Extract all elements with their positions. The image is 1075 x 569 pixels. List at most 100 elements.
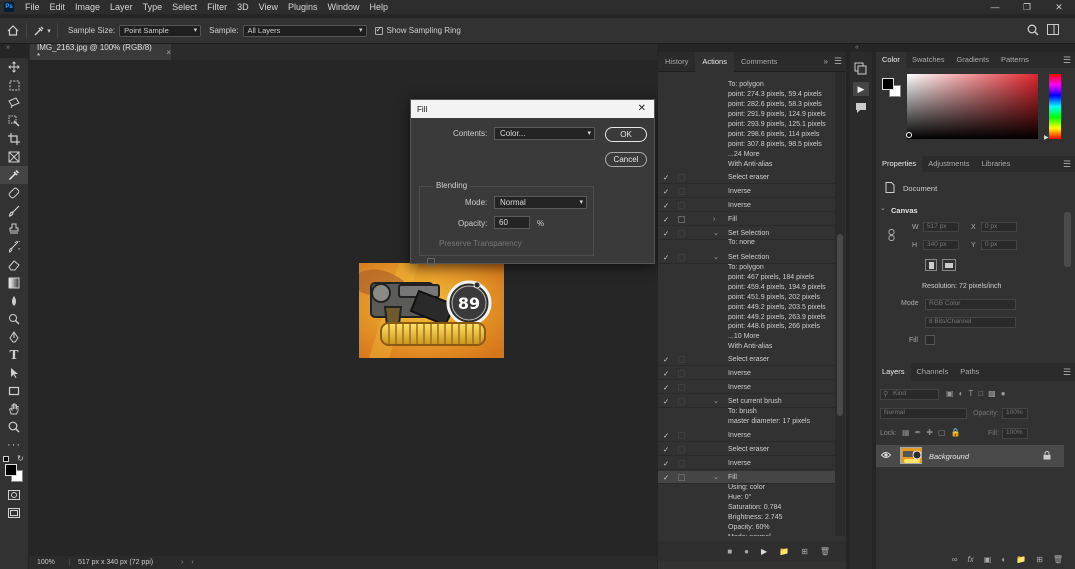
dialog-toggle-icon[interactable]: [678, 474, 685, 481]
layers-menu-icon[interactable]: ☰: [1063, 367, 1071, 378]
frame-tool-icon[interactable]: [0, 148, 28, 166]
layer-filter-kind[interactable]: Kind: [880, 389, 939, 400]
action-detail-row[interactable]: To: polygon: [658, 263, 836, 273]
gradient-tool-icon[interactable]: [0, 274, 28, 292]
more-tools-icon[interactable]: ···: [0, 436, 28, 454]
eye-icon[interactable]: [880, 451, 892, 461]
link-dimensions-icon[interactable]: [888, 229, 895, 243]
width-field[interactable]: 517 px: [923, 222, 959, 232]
dialog-toggle-empty[interactable]: [678, 370, 685, 377]
restore-button[interactable]: ❐: [1011, 0, 1043, 14]
action-step-row[interactable]: ✓ › Fill: [658, 213, 836, 226]
landscape-orientation-icon[interactable]: [942, 259, 956, 271]
stop-icon[interactable]: ■: [727, 547, 732, 556]
action-detail-row[interactable]: point: 291.9 pixels, 124.9 pixels: [658, 110, 836, 120]
delete-icon[interactable]: 🗑: [820, 547, 830, 556]
action-detail-row[interactable]: point: 451.9 pixels, 202 pixels: [658, 293, 836, 303]
dialog-toggle-empty[interactable]: [678, 188, 685, 195]
expand-chevron-icon[interactable]: ›: [713, 213, 715, 226]
y-field[interactable]: 0 px: [981, 240, 1017, 250]
new-action-icon[interactable]: ⊞: [801, 547, 808, 556]
action-step-row[interactable]: ✓ Select eraser: [658, 443, 836, 456]
color-saturation-field[interactable]: [907, 74, 1038, 139]
action-step-row[interactable]: ✓ Inverse: [658, 429, 836, 442]
marquee-tool-icon[interactable]: [0, 76, 28, 94]
eyedropper-preset-icon[interactable]: ▾: [26, 22, 58, 39]
actions-panel-icon[interactable]: ▶: [853, 82, 869, 96]
action-step-row[interactable]: ✓ Inverse: [658, 185, 836, 198]
close-window-button[interactable]: ✕: [1043, 0, 1075, 14]
menu-view[interactable]: View: [254, 0, 283, 14]
tab-patterns[interactable]: Patterns: [995, 52, 1035, 68]
zoom-tool-icon[interactable]: [0, 418, 28, 436]
fill-swatch[interactable]: [925, 335, 935, 345]
dialog-toggle-empty[interactable]: [678, 432, 685, 439]
swap-colors-icon[interactable]: ↻: [17, 454, 24, 463]
dialog-toggle-empty[interactable]: [678, 460, 685, 467]
dialog-toggle-icon[interactable]: [678, 216, 685, 223]
action-step-row[interactable]: ✓ Inverse: [658, 457, 836, 470]
action-step-row[interactable]: ✓ Select eraser: [658, 353, 836, 366]
action-enabled-check[interactable]: ✓: [663, 213, 669, 226]
action-enabled-check[interactable]: ✓: [663, 185, 669, 198]
action-detail-row[interactable]: Saturation: 0.784: [658, 503, 836, 513]
layer-row-background[interactable]: Background: [876, 445, 1064, 467]
shape-filter-icon[interactable]: □: [978, 389, 983, 398]
lock-position-icon[interactable]: ✚: [926, 428, 933, 437]
add-mask-icon[interactable]: ▣: [984, 555, 992, 564]
action-enabled-check[interactable]: ✓: [663, 171, 669, 184]
canvas-chevron-icon[interactable]: ⌄: [880, 204, 886, 212]
action-detail-row[interactable]: point: 274.3 pixels, 59.4 pixels: [658, 90, 836, 100]
dialog-toggle-empty[interactable]: [678, 230, 685, 237]
layer-style-icon[interactable]: fx: [968, 555, 974, 564]
menu-layer[interactable]: Layer: [105, 0, 138, 14]
action-detail-row[interactable]: point: 293.9 pixels, 125.1 pixels: [658, 120, 836, 130]
collapse-toolbar-icon[interactable]: »: [6, 44, 10, 51]
fill-dialog-titlebar[interactable]: Fill ✕: [411, 100, 654, 118]
menu-edit[interactable]: Edit: [45, 0, 71, 14]
action-enabled-check[interactable]: ✓: [663, 353, 669, 366]
panel-menu-icon[interactable]: ☰: [834, 56, 842, 67]
dialog-toggle-empty[interactable]: [678, 398, 685, 405]
action-detail-row[interactable]: Mode: normal: [658, 533, 836, 536]
color-swatches[interactable]: ↻: [0, 454, 28, 486]
hue-slider[interactable]: [1049, 74, 1061, 139]
action-detail-row[interactable]: To: polygon: [658, 80, 836, 90]
height-field[interactable]: 340 px: [923, 240, 959, 250]
document-image[interactable]: 89: [359, 263, 504, 358]
delete-layer-icon[interactable]: 🗑: [1053, 555, 1063, 564]
action-step-row[interactable]: ✓ Inverse: [658, 199, 836, 212]
dialog-toggle-empty[interactable]: [678, 384, 685, 391]
default-colors-icon[interactable]: [3, 456, 9, 462]
action-detail-row[interactable]: point: 467 pixels, 184 pixels: [658, 273, 836, 283]
dialog-toggle-empty[interactable]: [678, 446, 685, 453]
close-document-tab-icon[interactable]: ×: [166, 48, 171, 57]
menu-select[interactable]: Select: [167, 0, 202, 14]
foreground-color-swatch[interactable]: [5, 464, 17, 476]
history-panel-icon[interactable]: [854, 62, 867, 77]
menu-help[interactable]: Help: [365, 0, 394, 14]
action-detail-row[interactable]: point: 459.4 pixels, 194.9 pixels: [658, 283, 836, 293]
layer-fill-field[interactable]: 100%: [1002, 428, 1028, 439]
lock-image-icon[interactable]: ✒: [915, 428, 922, 437]
action-enabled-check[interactable]: ✓: [663, 457, 669, 470]
bit-depth-select[interactable]: 8 Bits/Channel: [925, 317, 1016, 328]
document-tab[interactable]: IMG_2163.jpg @ 100% (RGB/8) * ×: [30, 43, 171, 61]
tab-color[interactable]: Color: [876, 52, 906, 68]
adjustment-layer-icon[interactable]: ◐: [1001, 555, 1006, 564]
action-detail-row[interactable]: With Anti-alias: [658, 160, 836, 170]
healing-brush-tool-icon[interactable]: [0, 184, 28, 202]
menu-file[interactable]: File: [20, 0, 45, 14]
tab-paths[interactable]: Paths: [954, 363, 985, 381]
action-detail-row[interactable]: ...10 More: [658, 332, 836, 342]
type-filter-icon[interactable]: T: [968, 389, 973, 398]
tab-actions[interactable]: Actions: [695, 51, 734, 72]
action-detail-row[interactable]: To: none: [658, 238, 836, 248]
blur-tool-icon[interactable]: [0, 292, 28, 310]
contents-select[interactable]: Color...: [494, 127, 595, 140]
eyedropper-tool-icon[interactable]: [0, 166, 28, 184]
lock-all-icon[interactable]: 🔒: [951, 428, 961, 437]
action-step-row[interactable]: ✓ Select eraser: [658, 171, 836, 184]
quick-mask-icon[interactable]: [0, 486, 28, 504]
show-sampling-ring-checkbox[interactable]: [374, 25, 383, 35]
